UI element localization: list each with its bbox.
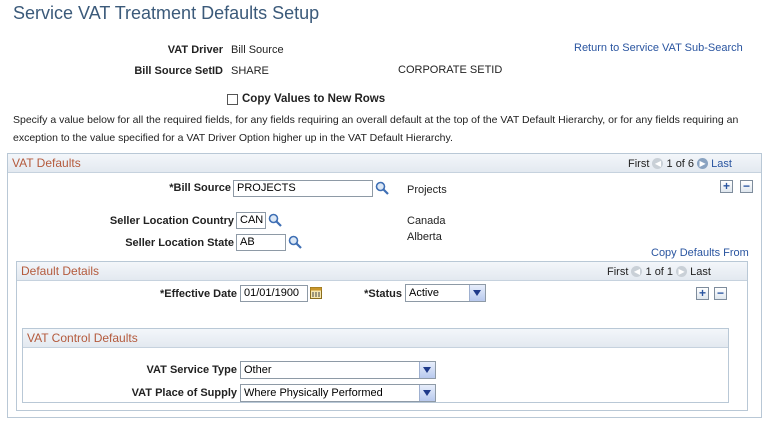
vat-driver-value: Bill Source	[231, 44, 284, 56]
country-input[interactable]: CAN	[236, 212, 266, 229]
status-value: Active	[409, 287, 439, 299]
nav-last[interactable]: Last	[690, 266, 711, 278]
vat-defaults-nav: First ◀ 1 of 6 ▶ Last	[628, 158, 732, 170]
vat-control-title: VAT Control Defaults	[27, 331, 138, 345]
chevron-down-icon[interactable]	[469, 285, 485, 301]
effective-date-input[interactable]: 01/01/1900	[240, 285, 308, 302]
effective-date-label: *Effective Date	[159, 288, 237, 300]
delete-row-button[interactable]: −	[740, 180, 753, 193]
setid-description: CORPORATE SETID	[398, 64, 503, 76]
service-type-value: Other	[244, 364, 272, 376]
copy-values-checkbox[interactable]	[227, 94, 238, 105]
copy-values-label: Copy Values to New Rows	[242, 93, 386, 105]
place-of-supply-select[interactable]: Where Physically Performed	[240, 384, 436, 402]
return-to-sub-search-link[interactable]: Return to Service VAT Sub-Search	[574, 42, 743, 54]
copy-defaults-from-link[interactable]: Copy Defaults From	[651, 247, 749, 259]
country-label: Seller Location Country	[109, 215, 234, 227]
vat-control-header: VAT Control Defaults	[23, 329, 728, 348]
default-details-nav: First ◀ 1 of 1 ▶ Last	[607, 266, 711, 278]
setid-label: Bill Source SetID	[134, 65, 223, 77]
prev-arrow-icon[interactable]: ◀	[631, 266, 643, 277]
nav-last[interactable]: Last	[711, 158, 732, 170]
place-of-supply-label: VAT Place of Supply	[131, 387, 237, 399]
bill-source-description: Projects	[407, 184, 447, 196]
place-of-supply-value: Where Physically Performed	[244, 387, 383, 399]
service-type-label: VAT Service Type	[146, 364, 237, 376]
default-details-header: Default Details First ◀ 1 of 1 ▶ Last	[17, 262, 747, 281]
delete-detail-button[interactable]: −	[714, 287, 727, 300]
chevron-down-icon[interactable]	[419, 362, 435, 378]
vat-driver-label: VAT Driver	[167, 44, 223, 56]
nav-count: 1 of 6	[666, 158, 695, 170]
calendar-icon[interactable]	[310, 286, 322, 299]
country-description: Canada	[407, 215, 446, 227]
state-label: Seller Location State	[125, 237, 234, 249]
status-select[interactable]: Active	[405, 284, 486, 302]
bill-source-input[interactable]: PROJECTS	[233, 180, 373, 197]
bill-source-lookup-icon[interactable]	[375, 181, 389, 195]
instructions-text: Specify a value below for all the requir…	[13, 114, 739, 144]
country-lookup-icon[interactable]	[268, 213, 282, 227]
default-details-title: Default Details	[21, 264, 100, 278]
service-type-select[interactable]: Other	[240, 361, 436, 379]
nav-first[interactable]: First	[628, 158, 649, 170]
bill-source-label: *Bill Source	[169, 182, 231, 194]
next-arrow-icon[interactable]: ▶	[676, 266, 688, 277]
state-input[interactable]: AB	[236, 234, 286, 251]
add-detail-button[interactable]: +	[696, 287, 709, 300]
page-title: Service VAT Treatment Defaults Setup	[13, 3, 320, 23]
state-lookup-icon[interactable]	[288, 235, 302, 249]
setid-value: SHARE	[231, 65, 269, 77]
state-description: Alberta	[407, 231, 442, 243]
vat-defaults-header: VAT Defaults First ◀ 1 of 6 ▶ Last	[8, 154, 761, 173]
chevron-down-icon[interactable]	[419, 385, 435, 401]
prev-arrow-icon[interactable]: ◀	[652, 158, 664, 169]
nav-first[interactable]: First	[607, 266, 628, 278]
next-arrow-icon[interactable]: ▶	[697, 158, 709, 169]
nav-count: 1 of 1	[645, 266, 674, 278]
status-label: *Status	[364, 288, 402, 300]
vat-defaults-title: VAT Defaults	[12, 156, 81, 170]
add-row-button[interactable]: +	[720, 180, 733, 193]
